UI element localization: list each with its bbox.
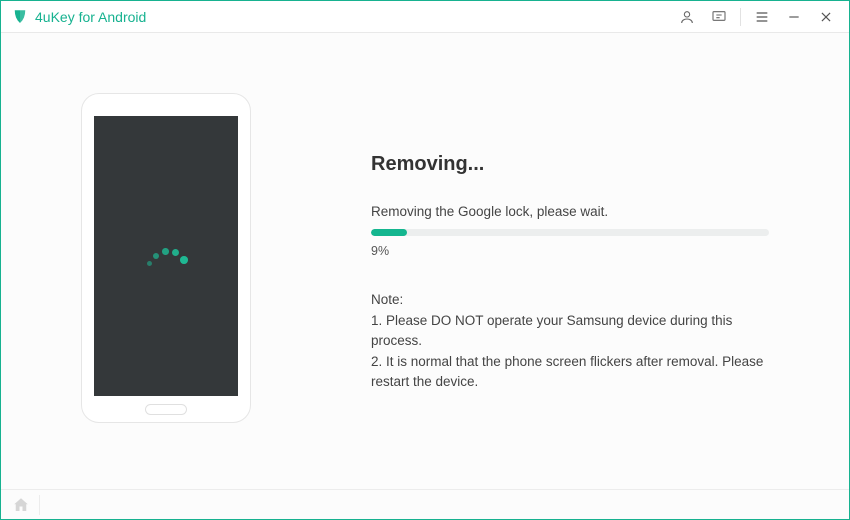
home-icon: [12, 496, 30, 514]
note-line-2: 2. It is normal that the phone screen fl…: [371, 352, 769, 393]
logo-icon: [11, 8, 29, 26]
phone-screen: [94, 116, 238, 396]
note-heading: Note:: [371, 292, 769, 307]
minimize-icon: [787, 10, 801, 24]
close-icon: [819, 10, 833, 24]
note-line-1: 1. Please DO NOT operate your Samsung de…: [371, 311, 769, 352]
titlebar-separator: [740, 8, 741, 26]
phone-home-button: [145, 404, 187, 415]
device-pane: [1, 33, 331, 489]
titlebar-actions: [672, 3, 841, 31]
feedback-button[interactable]: [704, 3, 734, 31]
footer-separator: [39, 495, 40, 515]
main-content: Removing... Removing the Google lock, pl…: [1, 33, 849, 489]
progress-bar: [371, 229, 769, 236]
minimize-button[interactable]: [779, 3, 809, 31]
home-button[interactable]: [11, 495, 31, 515]
status-pane: Removing... Removing the Google lock, pl…: [331, 33, 849, 489]
phone-mockup: [81, 93, 251, 423]
status-message: Removing the Google lock, please wait.: [371, 204, 769, 219]
account-button[interactable]: [672, 3, 702, 31]
titlebar: 4uKey for Android: [1, 1, 849, 33]
chat-icon: [711, 9, 727, 25]
app-title: 4uKey for Android: [35, 9, 146, 25]
progress-percent: 9%: [371, 244, 769, 258]
app-logo: 4uKey for Android: [11, 8, 146, 26]
footer-bar: [1, 489, 849, 519]
user-icon: [679, 9, 695, 25]
status-title: Removing...: [371, 153, 769, 176]
menu-button[interactable]: [747, 3, 777, 31]
menu-icon: [754, 9, 770, 25]
progress-fill: [371, 229, 407, 236]
loading-spinner-icon: [141, 225, 191, 275]
close-button[interactable]: [811, 3, 841, 31]
